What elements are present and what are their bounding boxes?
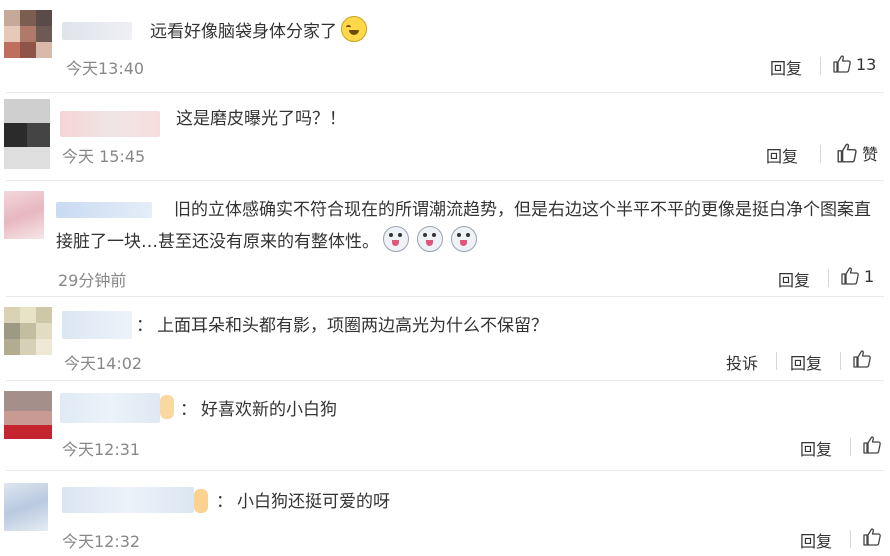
colon: ： (180, 400, 197, 420)
avatar[interactable] (4, 10, 52, 58)
colon: ： (136, 316, 153, 336)
action-separator (850, 438, 851, 456)
thumbs-up-icon (852, 349, 872, 369)
avatar[interactable] (4, 191, 44, 239)
action-separator (840, 352, 841, 370)
action-separator (820, 145, 821, 163)
like-count: 1 (864, 266, 875, 286)
avatar[interactable] (4, 99, 50, 169)
report-button[interactable]: 投诉 (726, 350, 758, 374)
action-separator (776, 352, 777, 370)
reply-button[interactable]: 回复 (778, 267, 810, 291)
like-button[interactable] (862, 435, 886, 455)
blurred-username[interactable] (60, 111, 160, 137)
avatar[interactable] (4, 307, 52, 355)
comment-time: 今天14:02 (64, 354, 143, 373)
comment-text: 远看好像脑袋身体分家了 (150, 16, 367, 48)
action-separator (828, 269, 829, 287)
blurred-username[interactable] (62, 487, 194, 513)
avatar[interactable] (4, 483, 48, 531)
thumbs-up-icon (832, 54, 852, 74)
like-button[interactable]: 13 (832, 54, 876, 74)
blurred-badge (160, 395, 174, 419)
reply-button[interactable]: 回复 (790, 350, 822, 374)
comment-line-1: 旧的立体感确实不符合现在的所谓潮流趋势，但是右边这个半平不平的更像是挺白净个图案… (174, 200, 871, 220)
thumbs-up-icon (862, 527, 882, 547)
comment-text: ：小白狗还挺可爱的呀 (216, 492, 390, 512)
like-button[interactable]: 1 (840, 266, 874, 286)
avatar[interactable] (4, 391, 52, 439)
blurred-username[interactable] (56, 202, 152, 218)
like-count: 13 (856, 54, 877, 74)
thumbs-up-icon (836, 142, 858, 164)
like-button[interactable] (862, 527, 886, 547)
action-separator (850, 530, 851, 548)
comment-time: 今天13:40 (66, 59, 145, 78)
cry-laugh-emoji (341, 16, 367, 42)
reply-button[interactable]: 回复 (770, 55, 802, 79)
thumbs-up-icon (840, 266, 860, 286)
comment-divider (6, 296, 884, 297)
comment-divider (6, 180, 884, 181)
action-separator (820, 57, 821, 75)
comment-divider (6, 470, 884, 471)
comment-divider (6, 380, 884, 381)
like-label: 赞 (862, 145, 879, 164)
dog-face-emoji (451, 226, 477, 252)
comment-text: 这是磨皮曝光了吗？！ (176, 109, 346, 129)
reply-button[interactable]: 回复 (800, 436, 832, 460)
comment-time: 今天12:31 (62, 440, 141, 459)
comment-time: 今天 15:45 (62, 147, 146, 166)
comment-time: 今天12:32 (62, 532, 141, 551)
like-button[interactable]: 赞 (836, 141, 878, 165)
colon: ： (216, 492, 233, 512)
dog-face-emoji (383, 226, 409, 252)
blurred-username[interactable] (62, 22, 132, 40)
thumbs-up-icon (862, 435, 882, 455)
reply-button[interactable]: 回复 (766, 143, 798, 167)
comment-time: 29分钟前 (58, 271, 127, 290)
like-button[interactable] (852, 349, 876, 369)
dog-face-emoji (417, 226, 443, 252)
blurred-username[interactable] (62, 311, 132, 339)
reply-button[interactable]: 回复 (800, 528, 832, 552)
blurred-username[interactable] (60, 393, 160, 423)
comment-line-2: 接脏了一块…甚至还没有原来的有整体性。 (56, 226, 477, 258)
comment-text: ：上面耳朵和头都有影，项圈两边高光为什么不保留？ (136, 316, 548, 336)
blurred-badge (194, 489, 208, 513)
comment-text: ：好喜欢新的小白狗 (180, 400, 337, 420)
comment-divider (6, 92, 884, 93)
